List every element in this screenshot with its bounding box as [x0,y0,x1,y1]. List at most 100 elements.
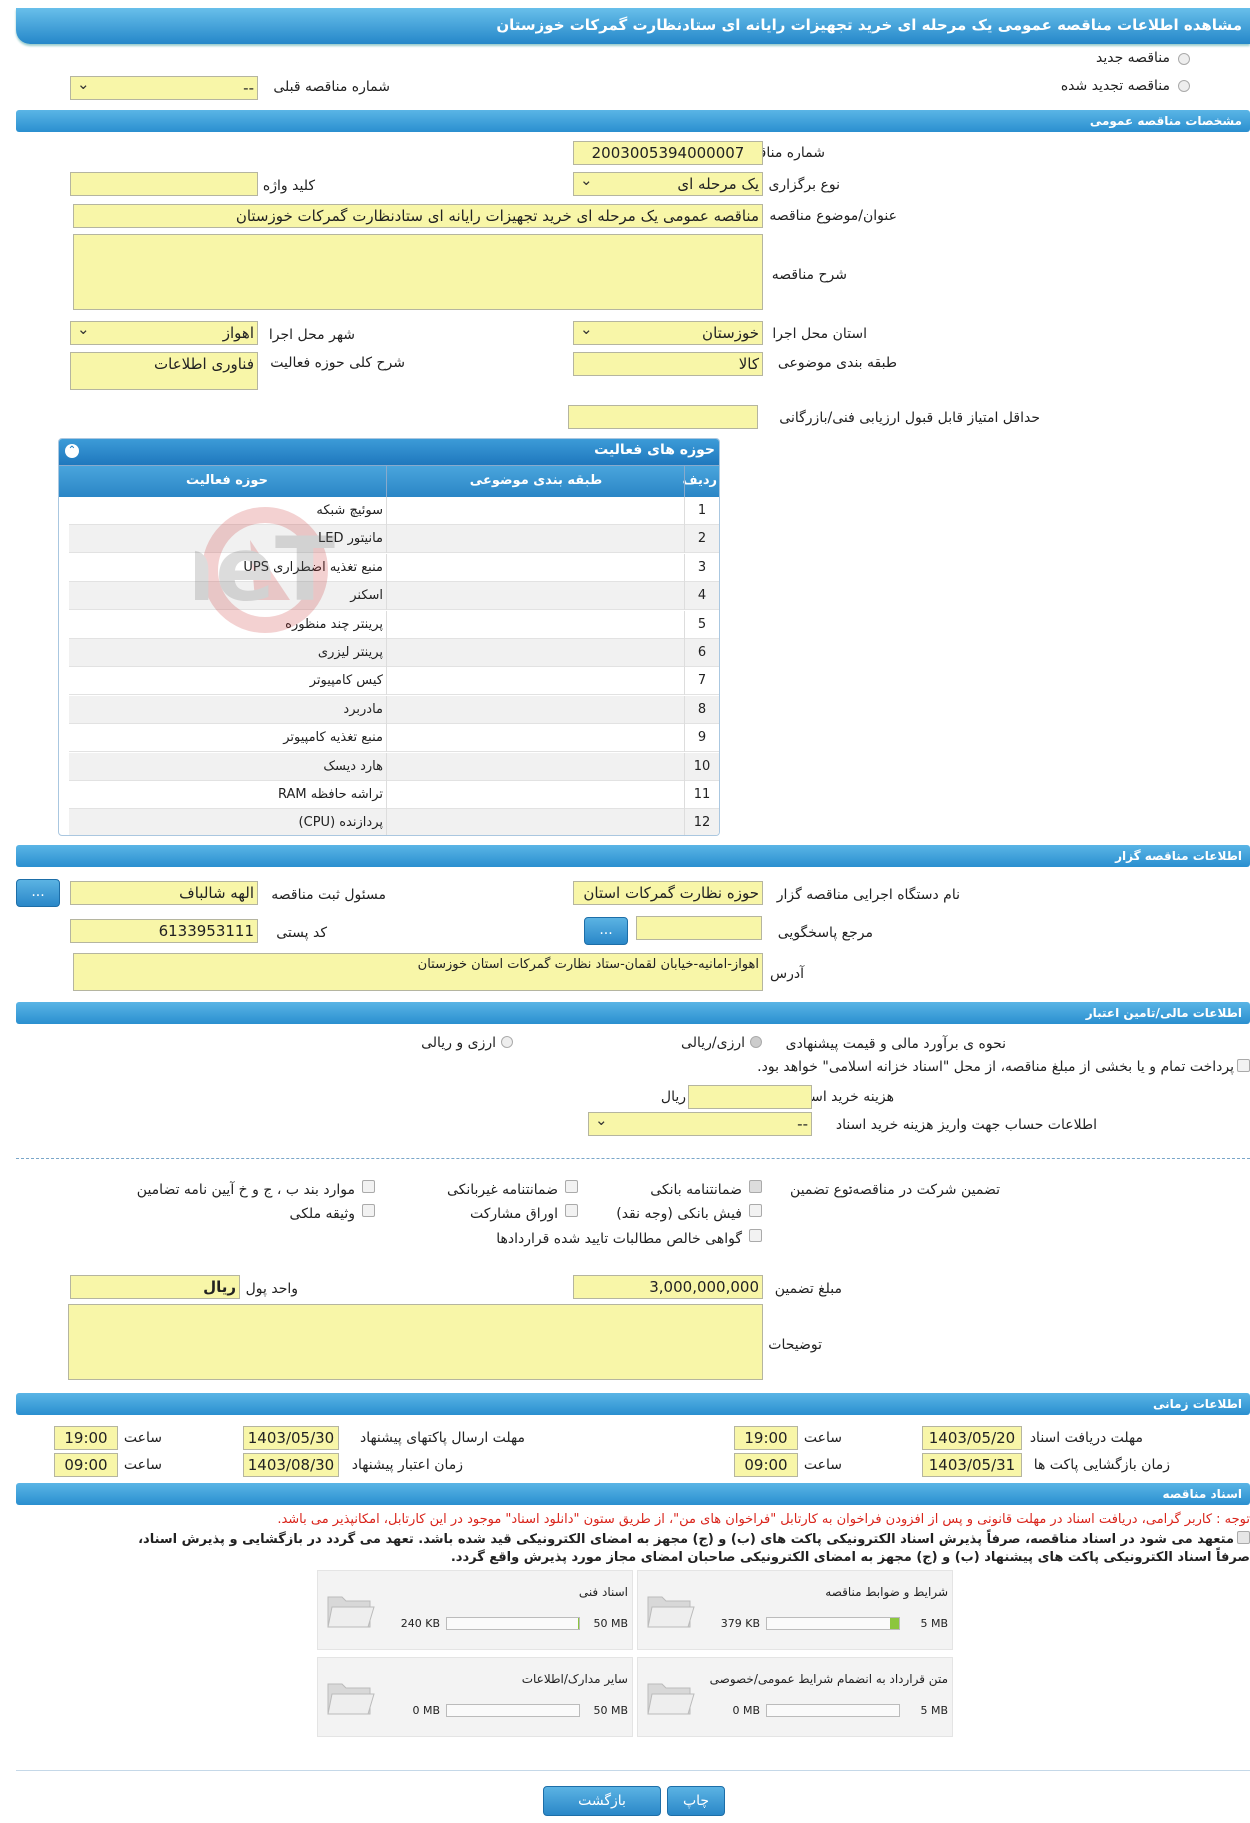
recv-date[interactable]: 1403/05/20 [922,1426,1022,1450]
valid-hour-label: ساعت [123,1457,162,1473]
scope-field[interactable]: فناوری اطلاعات [70,352,258,390]
g2-label: ضمانتنامه غیربانکی [446,1182,558,1198]
org-field[interactable]: حوزه نظارت گمرکات استان [573,881,763,905]
keyword-field[interactable] [70,172,258,196]
doc-name: متن قرارداد به انضمام شرایط عمومی/خصوصی [709,1672,948,1686]
document-card[interactable]: متن قرارداد به انضمام شرایط عمومی/خصوصی 5… [637,1657,953,1737]
g2-checkbox[interactable] [565,1180,578,1193]
ref-select-button[interactable]: ... [584,917,628,945]
g6-checkbox[interactable] [362,1204,375,1217]
page-title: مشاهده اطلاعات مناقصه عمومی یک مرحله ای … [16,8,1250,44]
valid-time[interactable]: 09:00 [54,1453,118,1477]
min-score-field[interactable] [568,405,758,429]
g3-checkbox[interactable] [362,1180,375,1193]
tender-number-field[interactable]: 2003005394000007 [573,141,763,165]
desc-field[interactable] [73,234,763,310]
doc-name: سایر مدارک/اطلاعات [521,1672,628,1686]
col-area: حوزه فعالیت [186,473,268,488]
city-label: شهر محل اجرا [268,327,355,343]
g3-label: موارد بند ب ، ج و خ آیین نامه تضامین [136,1182,355,1198]
divider [16,1158,1250,1159]
open-date[interactable]: 1403/05/31 [922,1453,1022,1477]
doc-max: 50 MB [593,1617,628,1630]
activities-grid-title: حوزه های فعالیت [594,442,715,458]
send-label: مهلت ارسال پاکتهای پیشنهاد [359,1430,525,1446]
table-row[interactable]: 1 سوئیچ شبکه [69,497,719,525]
table-row[interactable]: 4 اسکنر [69,582,719,611]
doc-cost-field[interactable] [688,1085,812,1109]
resp-field[interactable]: الهه شالباف [70,881,258,905]
city-select[interactable]: اهواز [70,321,258,345]
method-opt2-radio[interactable] [501,1036,513,1048]
send-hour-label: ساعت [123,1430,162,1446]
table-row[interactable]: 7 کیس کامپیوتر [69,667,719,696]
table-row[interactable]: 3 منبع تغذیه اضطراری UPS [69,553,719,582]
table-row[interactable]: 8 مادربرد [69,695,719,724]
org-label: نام دستگاه اجرایی مناقصه گزار [776,887,960,903]
collapse-icon[interactable]: ⌃ [65,444,79,458]
finance-section-header: اطلاعات مالی/تامین اعتبار [16,1002,1250,1024]
province-select[interactable]: خوزستان [573,321,763,345]
g1-checkbox[interactable] [749,1180,762,1193]
g4-checkbox[interactable] [749,1204,762,1217]
renewed-tender-radio[interactable] [1178,80,1190,92]
g7-checkbox[interactable] [749,1229,762,1242]
subject-field[interactable]: مناقصه عمومی یک مرحله ای خرید تجهیزات را… [73,204,763,228]
postal-field[interactable]: 6133953111 [70,919,258,943]
send-time[interactable]: 19:00 [54,1426,118,1450]
document-card[interactable]: شرایط و ضوابط مناقصه 5 MB 379 KB [637,1570,953,1650]
amount-label: مبلغ تضمین [774,1281,842,1297]
document-card[interactable]: سایر مدارک/اطلاعات 50 MB 0 MB [317,1657,633,1737]
table-row[interactable]: 9 منبع تغذیه کامپیوتر [69,724,719,753]
method-opt1-label: ارزی/ریالی [681,1035,745,1051]
table-row[interactable]: 10 هارد دیسک [69,752,719,781]
amount-field[interactable]: 3,000,000,000 [573,1275,763,1299]
doc-name: شرایط و ضوابط مناقصه [825,1585,948,1599]
row-number: 8 [697,701,707,717]
addr-field[interactable]: اهواز-امانیه-خیابان لقمان-ستاد نظارت گمر… [73,953,763,991]
notes-field[interactable] [68,1304,763,1380]
send-date[interactable]: 1403/05/30 [243,1426,339,1450]
row-area: هارد دیسک [323,758,383,774]
g1-label: ضمانتنامه بانکی [650,1182,742,1198]
print-button[interactable]: چاپ [667,1786,725,1816]
table-row[interactable]: 12 پردازنده (CPU) [69,809,719,835]
table-row[interactable]: 6 پرینتر لیزری [69,639,719,667]
row-area: تراشه حافظه RAM [278,787,383,802]
g7-label: گواهی خالص مطالبات تایید شده قراردادها [496,1231,742,1247]
g5-checkbox[interactable] [565,1204,578,1217]
valid-date[interactable]: 1403/08/30 [243,1453,339,1477]
guarantee-label: تضمین شرکت در مناقصه: [847,1182,1000,1198]
unit-field[interactable]: ریال [70,1275,240,1299]
recv-time[interactable]: 19:00 [734,1426,798,1450]
doc-name: اسناد فنی [578,1585,628,1599]
method-opt2-label: ارزی و ریالی [421,1035,496,1051]
document-card[interactable]: اسناد فنی 50 MB 240 KB [317,1570,633,1650]
prev-number-select[interactable]: -- [70,76,258,100]
new-tender-radio[interactable] [1178,53,1190,65]
valid-label: زمان اعتبار پیشنهاد [351,1457,463,1473]
category-field[interactable]: کالا [573,352,763,376]
recv-label: مهلت دریافت اسناد [1029,1430,1143,1446]
activities-grid-header: حوزه های فعالیت ⌃ [59,439,719,465]
row-number: 6 [697,645,707,660]
account-select[interactable]: -- [588,1112,812,1136]
pledge-checkbox[interactable] [1237,1531,1250,1544]
table-row[interactable]: 11 تراشه حافظه RAM [69,781,719,809]
back-button[interactable]: بازگشت [543,1786,661,1816]
row-number: 12 [693,815,711,831]
general-section-header: مشخصات مناقصه عمومی [16,110,1250,132]
open-hour-label: ساعت [803,1457,842,1473]
open-time[interactable]: 09:00 [734,1453,798,1477]
row-area: کیس کامپیوتر [309,673,383,689]
g5-label: اوراق مشارکت [469,1206,558,1222]
type-select[interactable]: یک مرحله ای [573,172,763,196]
ref-field[interactable] [636,916,762,940]
table-row[interactable]: 2 مانیتور LED [69,525,719,554]
resp-select-button[interactable]: ... [16,879,60,907]
table-row[interactable]: 5 پرینتر چند منظوره [69,610,719,639]
row-number: 1 [697,503,707,518]
method-opt1-radio[interactable] [750,1036,762,1048]
treasury-label: پرداخت تمام و یا بخشی از مبلغ مناقصه، از… [757,1059,1234,1075]
treasury-checkbox[interactable] [1237,1059,1250,1072]
